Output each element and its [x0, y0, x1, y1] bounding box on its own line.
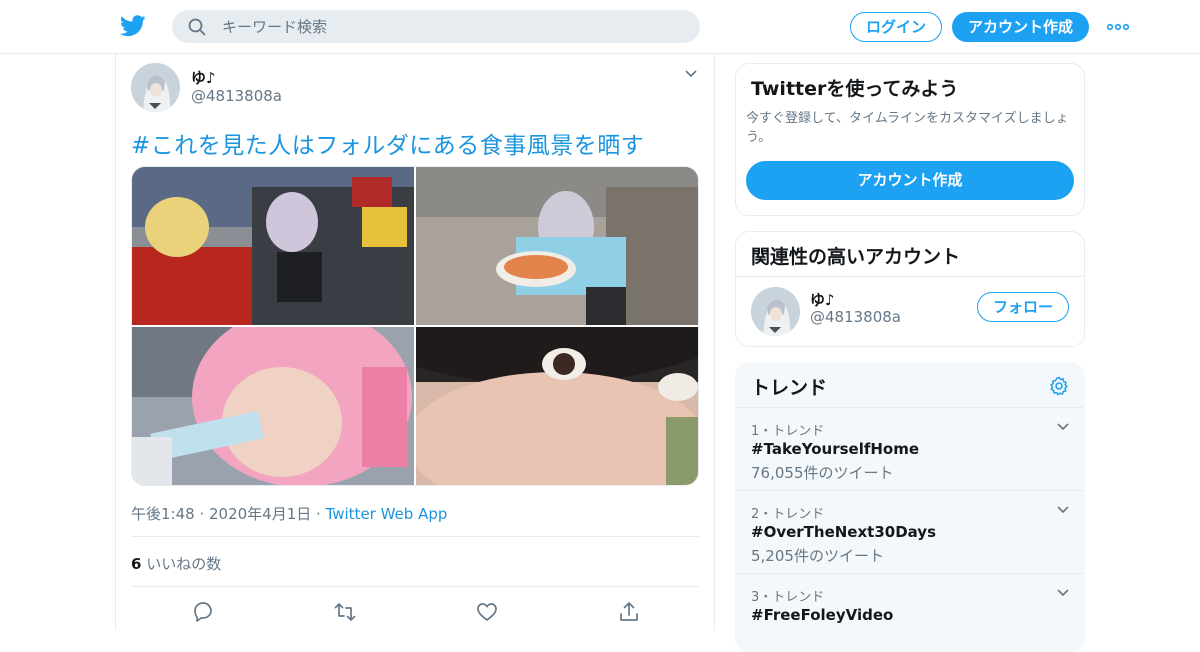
photo-3[interactable]: [132, 327, 414, 485]
trends-header: トレンド: [736, 363, 1084, 408]
trend-name[interactable]: #FreeFoleyVideo: [751, 606, 893, 624]
meta-separator: ·: [311, 505, 326, 523]
trends-title: トレンド: [751, 377, 828, 399]
reply-icon[interactable]: [191, 600, 215, 624]
author-display-name[interactable]: ゆ♪: [191, 67, 216, 88]
trend-count: 5,205件のツイート: [751, 547, 884, 565]
chevron-down-icon[interactable]: [1056, 422, 1070, 432]
search-box[interactable]: [172, 10, 700, 43]
gear-icon[interactable]: [1049, 376, 1069, 396]
tweet-metadata: 午後1:48 · 2020年4月1日 · Twitter Web App: [131, 503, 447, 524]
related-display-name[interactable]: ゆ♪: [810, 289, 835, 310]
tweet-text-hashtag[interactable]: #これを見た人はフォルダにある食事風景を晒す: [131, 126, 644, 160]
related-screen-name[interactable]: @4813808a: [810, 308, 901, 326]
trend-item[interactable]: 2・トレンド #OverTheNext30Days 5,205件のツイート: [736, 491, 1084, 574]
trend-rank: 3・トレンド: [751, 590, 825, 605]
share-icon[interactable]: [617, 600, 641, 624]
twitter-logo-icon[interactable]: [120, 14, 146, 38]
photo-2[interactable]: [416, 167, 698, 325]
search-icon: [188, 18, 206, 36]
photo-1[interactable]: [132, 167, 414, 325]
promo-title: Twitterを使ってみよう: [751, 78, 959, 100]
media-grid: [131, 166, 699, 486]
trends-card: トレンド 1・トレンド #TakeYourselfHome 76,055件のツイ…: [735, 362, 1085, 652]
chevron-down-icon[interactable]: [1056, 505, 1070, 515]
like-stats[interactable]: 6 いいねの数: [131, 553, 221, 574]
avatar[interactable]: [131, 63, 180, 112]
trend-item[interactable]: 1・トレンド #TakeYourselfHome 76,055件のツイート: [736, 408, 1084, 491]
search-input[interactable]: [222, 10, 682, 43]
chevron-down-icon[interactable]: [684, 69, 698, 79]
author-screen-name[interactable]: @4813808a: [191, 87, 282, 105]
login-button[interactable]: ログイン: [850, 12, 942, 42]
trend-count: 76,055件のツイート: [751, 464, 894, 482]
trend-rank: 1・トレンド: [751, 424, 825, 439]
more-dots-icon[interactable]: [1107, 20, 1129, 34]
signup-promo-card: Twitterを使ってみよう 今すぐ登録して、タイムラインをカスタマイズしましょ…: [735, 63, 1085, 216]
follow-button[interactable]: フォロー: [977, 292, 1069, 322]
retweet-icon[interactable]: [333, 600, 357, 624]
like-count: 6: [131, 555, 142, 573]
photo-4[interactable]: [416, 327, 698, 485]
divider: [131, 586, 699, 587]
avatar[interactable]: [751, 287, 800, 336]
top-nav: ログイン アカウント作成: [0, 0, 1200, 54]
chevron-down-icon[interactable]: [1056, 588, 1070, 598]
trend-name[interactable]: #TakeYourselfHome: [751, 440, 919, 458]
tweet-detail: ゆ♪ @4813808a #これを見た人はフォルダにある食事風景を晒す 午後1:…: [115, 54, 715, 630]
trend-item[interactable]: 3・トレンド #FreeFoleyVideo: [736, 574, 1084, 651]
tweet-source-link[interactable]: Twitter Web App: [326, 505, 448, 523]
signup-button[interactable]: アカウント作成: [952, 12, 1089, 42]
related-title: 関連性の高いアカウント: [751, 246, 961, 268]
tweet-timestamp[interactable]: 午後1:48 · 2020年4月1日: [131, 505, 311, 523]
divider: [736, 276, 1084, 277]
promo-text: 今すぐ登録して、タイムラインをカスタマイズしましょう。: [746, 111, 1069, 145]
promo-signup-button[interactable]: アカウント作成: [746, 161, 1074, 200]
like-heart-icon[interactable]: [475, 600, 499, 624]
trend-name[interactable]: #OverTheNext30Days: [751, 523, 936, 541]
trend-rank: 2・トレンド: [751, 507, 825, 522]
divider: [131, 536, 699, 537]
like-label: いいねの数: [141, 555, 222, 573]
related-accounts-card: 関連性の高いアカウント ゆ♪ @4813808a フォロー: [735, 231, 1085, 347]
